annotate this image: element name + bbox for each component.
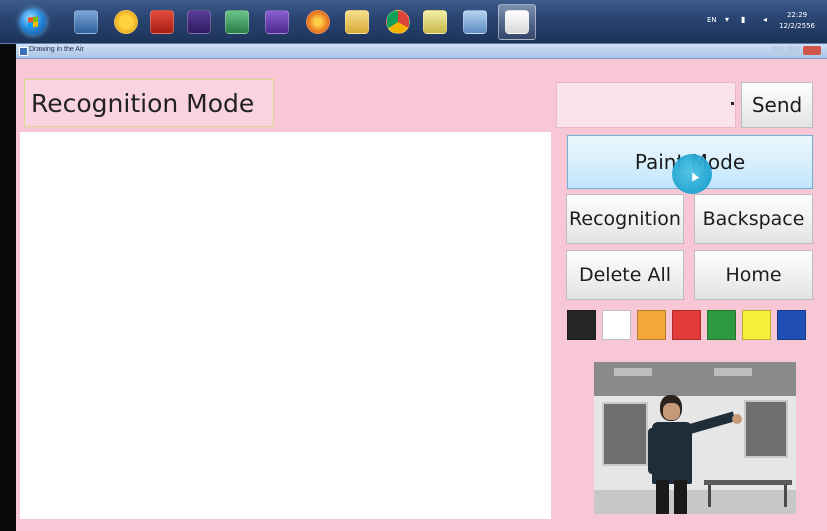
explorer-icon[interactable]	[74, 10, 98, 34]
network-icon[interactable]: ▮	[741, 15, 745, 24]
clock-time: 22:29	[786, 11, 808, 19]
recognized-text-input[interactable]	[556, 82, 736, 128]
recognition-button[interactable]: Recognition	[566, 194, 684, 244]
room-table	[704, 480, 792, 485]
window-title: Drawing in the Air	[29, 46, 84, 53]
start-button[interactable]	[20, 9, 46, 35]
documents-icon[interactable]	[463, 10, 487, 34]
notepad-icon[interactable]	[423, 10, 447, 34]
drawing-app-icon	[505, 10, 529, 34]
table-leg	[784, 485, 787, 507]
visual-studio-icon[interactable]	[187, 10, 211, 34]
text-caret	[731, 102, 734, 105]
mode-label: Recognition Mode	[31, 89, 255, 118]
volume-icon[interactable]: ◂	[763, 15, 767, 24]
person-leg	[656, 480, 669, 514]
camera-feed	[594, 362, 796, 514]
drawing-canvas[interactable]	[20, 132, 551, 519]
maximize-button[interactable]	[787, 46, 801, 55]
clock[interactable]: 22:29 12/2/2556	[779, 10, 815, 32]
color-swatch-black[interactable]	[567, 310, 596, 340]
pdf-reader-icon[interactable]	[150, 10, 174, 34]
person-hand	[732, 414, 742, 424]
chrome-icon[interactable]	[386, 10, 410, 34]
send-button[interactable]: Send	[741, 82, 813, 128]
system-tray: EN ▾ ▮ ◂ 22:29 12/2/2556	[687, 0, 827, 44]
ceiling-light	[614, 368, 652, 376]
folder-icon[interactable]	[345, 10, 369, 34]
person-leg	[674, 480, 687, 514]
person-face	[663, 403, 680, 420]
close-button[interactable]	[803, 46, 821, 55]
camera-floor	[594, 490, 796, 514]
language-indicator[interactable]: EN	[707, 16, 717, 24]
color-swatch-red[interactable]	[672, 310, 701, 340]
color-swatch-blue[interactable]	[777, 310, 806, 340]
clock-date: 12/2/2556	[779, 22, 815, 30]
taskbar: EN ▾ ▮ ◂ 22:29 12/2/2556	[0, 0, 827, 44]
color-swatch-yellow[interactable]	[742, 310, 771, 340]
color-swatch-green[interactable]	[707, 310, 736, 340]
tray-arrow-icon[interactable]: ▾	[725, 15, 729, 24]
minimize-button[interactable]	[771, 46, 785, 55]
color-swatch-orange[interactable]	[637, 310, 666, 340]
table-leg	[708, 485, 711, 507]
room-window	[744, 400, 788, 458]
ceiling-light	[714, 368, 752, 376]
home-button[interactable]: Home	[694, 250, 813, 300]
delete-all-button[interactable]: Delete All	[566, 250, 684, 300]
warning-app-icon[interactable]	[114, 10, 138, 34]
code-editor-icon[interactable]	[225, 10, 249, 34]
person-body	[652, 422, 692, 484]
room-window	[602, 402, 648, 466]
backspace-button[interactable]: Backspace	[694, 194, 813, 244]
firefox-icon[interactable]	[306, 10, 330, 34]
app-icon	[19, 47, 28, 56]
color-swatch-white[interactable]	[602, 310, 631, 340]
visual-studio-2-icon[interactable]	[265, 10, 289, 34]
window-titlebar[interactable]: Drawing in the Air	[16, 44, 827, 59]
